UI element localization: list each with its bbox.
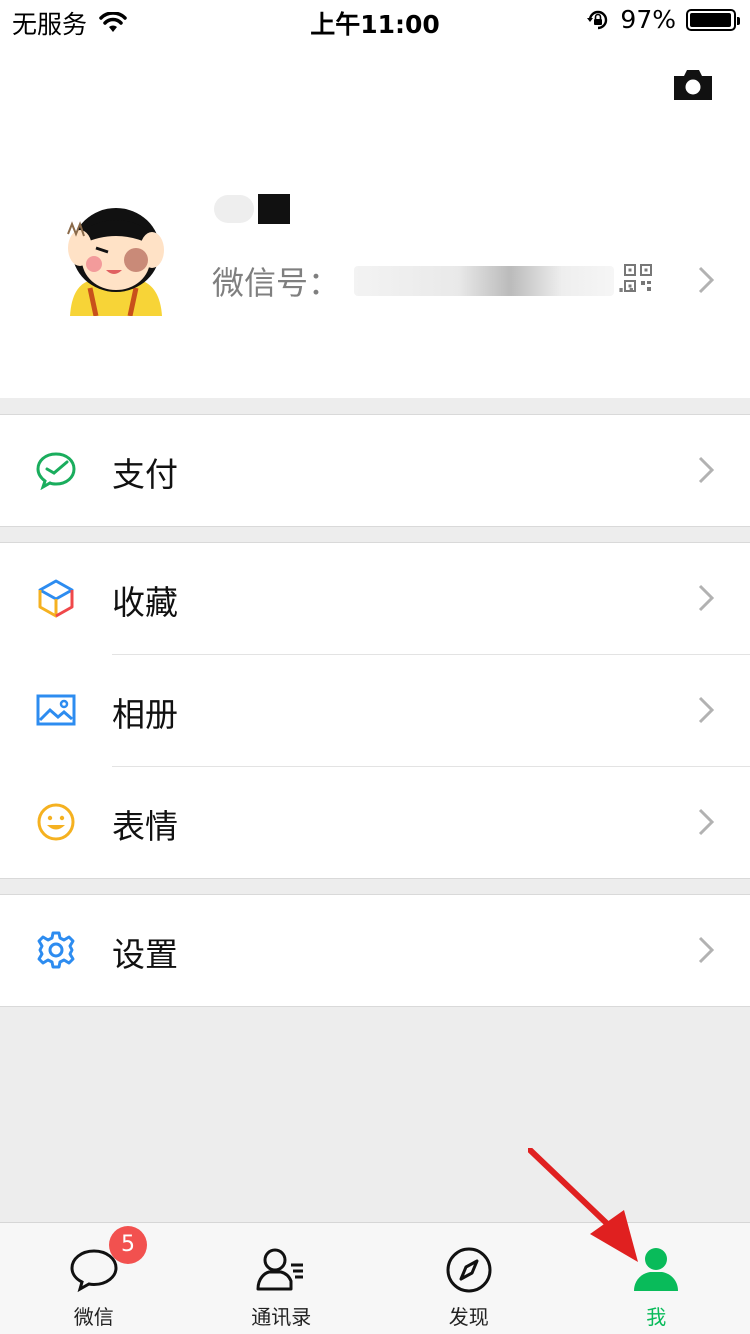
battery-fill xyxy=(690,12,731,27)
camera-icon[interactable] xyxy=(672,68,714,102)
gear-icon xyxy=(37,931,75,969)
menu-item-album[interactable]: 相册 xyxy=(0,655,750,766)
wechat-id-label: 微信号： xyxy=(212,264,341,302)
chevron-right-icon xyxy=(698,936,714,964)
rotation-lock-icon xyxy=(587,10,608,29)
chevron-right-icon xyxy=(698,584,714,612)
menu-item-stickers[interactable]: 表情 xyxy=(0,767,750,878)
person-icon xyxy=(634,1248,679,1291)
qr-code-icon[interactable] xyxy=(624,264,652,292)
chevron-right-icon xyxy=(698,456,714,484)
menu-label-settings: 设置 xyxy=(112,935,178,974)
status-bar: 无服务 上午11:00 97% xyxy=(0,0,750,40)
compass-icon xyxy=(446,1247,492,1293)
tab-discover[interactable]: 发现 xyxy=(375,1223,563,1334)
unread-badge: 5 xyxy=(109,1226,147,1264)
menu-item-favorites[interactable]: 收藏 xyxy=(0,543,750,654)
menu-label-favorites: 收藏 xyxy=(112,583,178,622)
menu-group-pay: 支付 xyxy=(0,414,750,527)
menu-group-settings: 设置 xyxy=(0,894,750,1007)
tab-label-me: 我 xyxy=(646,1305,667,1329)
battery-percent: 97% xyxy=(620,5,676,34)
avatar-cartoon-image xyxy=(50,188,178,316)
profile-header[interactable]: 微信号： .. xyxy=(0,40,750,398)
tab-bar: 5 微信 通讯录 发现 我 xyxy=(0,1222,750,1334)
wallet-pay-icon xyxy=(36,452,76,490)
wechat-id-row: 微信号： .. xyxy=(212,258,636,304)
tab-me[interactable]: 我 xyxy=(563,1223,750,1334)
tab-chats[interactable]: 5 微信 xyxy=(0,1223,188,1334)
favorites-cube-icon xyxy=(38,579,74,618)
wechat-id-redacted xyxy=(354,266,615,296)
avatar[interactable] xyxy=(50,188,178,316)
menu-label-stickers: 表情 xyxy=(112,807,178,846)
status-right: 97% xyxy=(586,5,740,34)
menu-item-pay[interactable]: 支付 xyxy=(0,415,750,526)
menu-label-album: 相册 xyxy=(112,695,178,734)
tab-label-chats: 微信 xyxy=(73,1305,114,1329)
tab-label-contacts: 通讯录 xyxy=(251,1305,312,1329)
tab-label-discover: 发现 xyxy=(448,1305,489,1329)
chevron-right-icon xyxy=(698,808,714,836)
album-picture-icon xyxy=(36,694,76,726)
chevron-right-icon xyxy=(698,696,714,724)
nickname-redacted xyxy=(214,192,290,226)
contacts-icon xyxy=(256,1248,304,1291)
tab-contacts[interactable]: 通讯录 xyxy=(188,1223,376,1334)
battery-icon xyxy=(686,8,740,31)
menu-label-pay: 支付 xyxy=(112,455,178,494)
smiley-face-icon xyxy=(37,803,75,841)
menu-group-content: 收藏 相册 表情 xyxy=(0,542,750,879)
menu-item-settings[interactable]: 设置 xyxy=(0,895,750,1006)
profile-chevron-right-icon xyxy=(698,266,714,294)
